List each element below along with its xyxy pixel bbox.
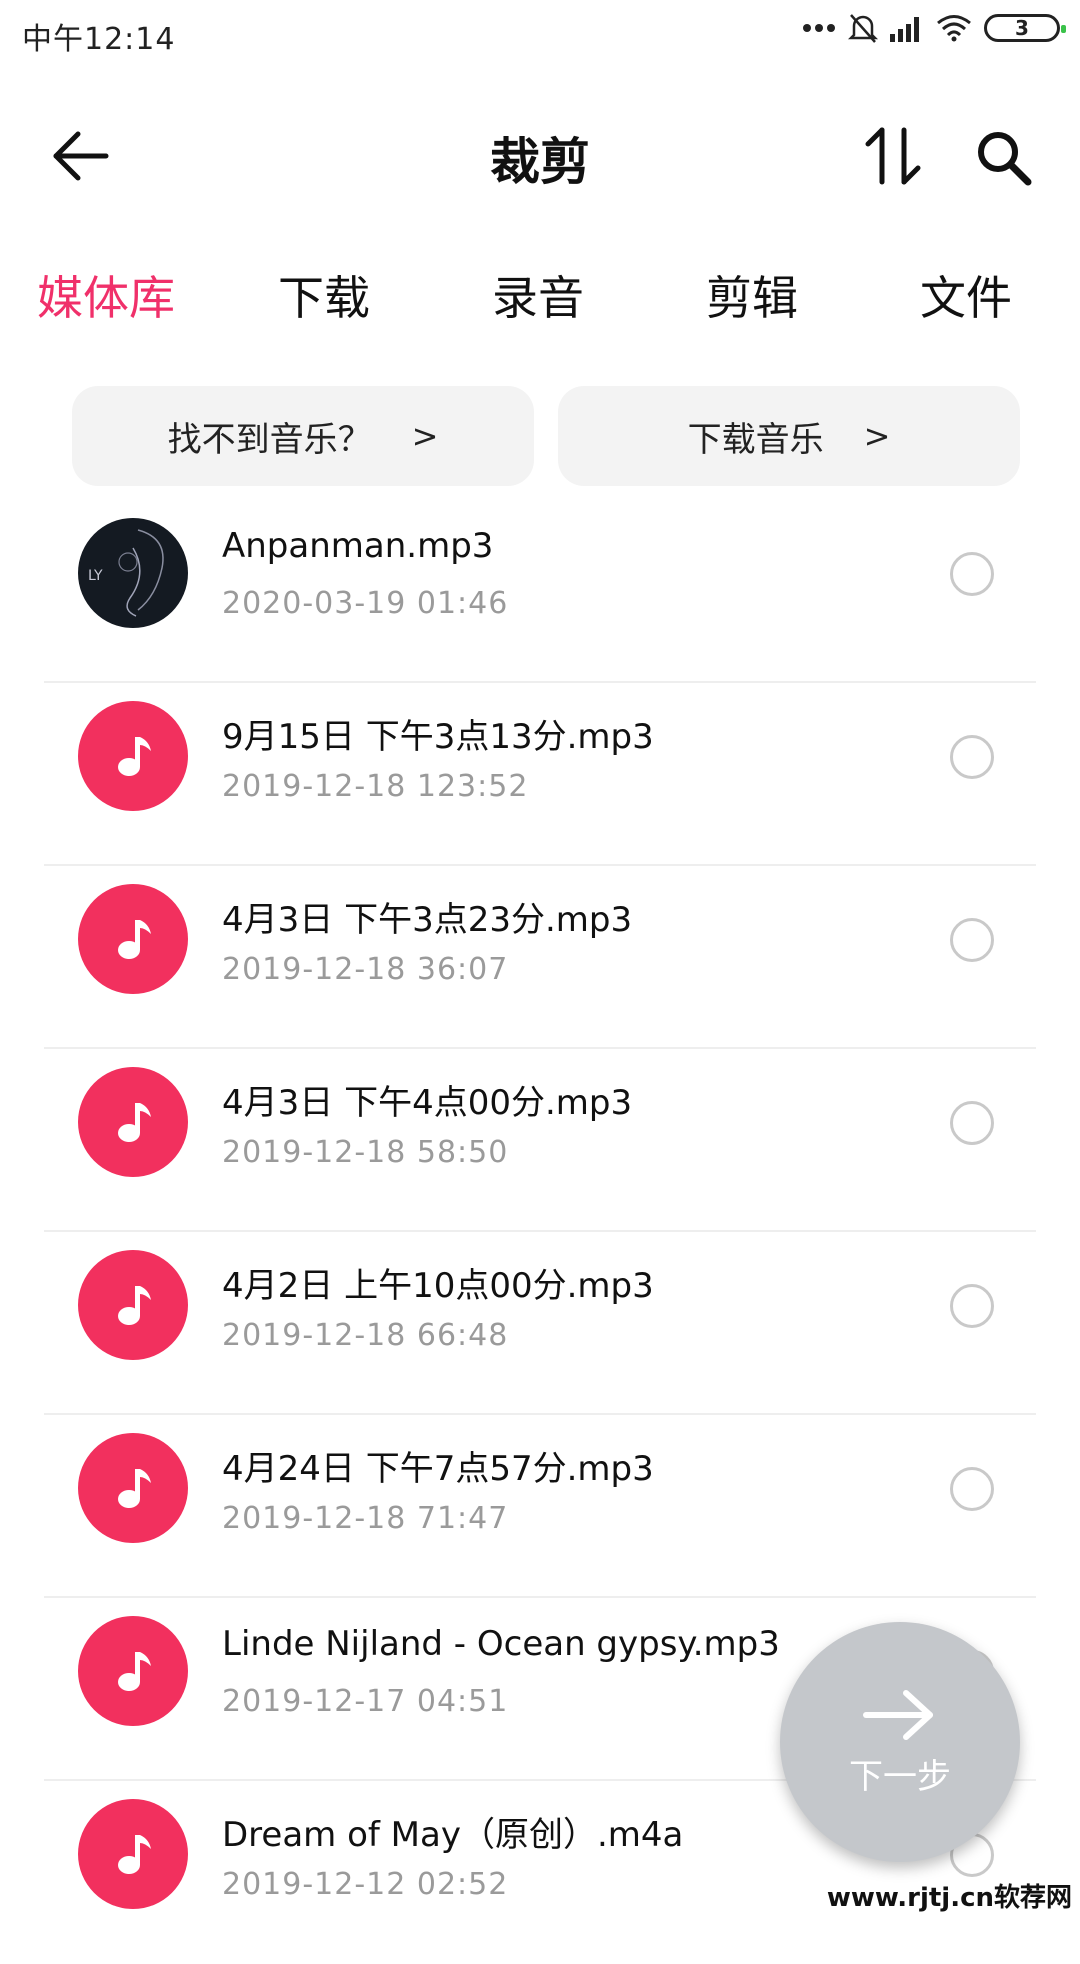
more-dots-icon	[802, 23, 836, 33]
next-step-label: 下一步	[849, 1756, 951, 1797]
select-radio[interactable]	[950, 918, 994, 962]
search-icon	[978, 132, 1032, 186]
music-note-icon	[78, 884, 188, 994]
list-item[interactable]: 4月24日 下午7点57分.mp3 2019-12-18 71:47	[0, 1415, 1080, 1598]
list-item[interactable]: 4月3日 下午4点00分.mp3 2019-12-18 58:50	[0, 1049, 1080, 1232]
file-meta: 2020-03-19 01:46	[222, 586, 509, 621]
file-name: 4月3日 下午4点00分.mp3	[222, 1083, 633, 1123]
music-note-icon	[78, 1250, 188, 1360]
music-note-icon	[78, 1067, 188, 1177]
battery-icon: 3	[984, 14, 1066, 42]
status-bar: 中午12:14 3	[0, 0, 1080, 74]
list-item[interactable]: 4月3日 下午3点23分.mp3 2019-12-18 36:07	[0, 866, 1080, 1049]
next-step-button[interactable]: 下一步	[780, 1622, 1020, 1862]
arrow-right-icon	[863, 1689, 933, 1740]
file-name: 9月15日 下午3点13分.mp3	[222, 717, 654, 757]
select-radio[interactable]	[950, 1467, 994, 1511]
select-radio[interactable]	[950, 735, 994, 779]
wifi-icon	[936, 14, 972, 42]
file-meta: 2019-12-12 02:52	[222, 1867, 509, 1902]
file-name: 4月3日 下午3点23分.mp3	[222, 900, 633, 940]
file-meta: 2019-12-18 71:47	[222, 1501, 509, 1536]
select-radio[interactable]	[950, 552, 994, 596]
file-meta: 2019-12-18 123:52	[222, 769, 529, 804]
file-meta: 2019-12-18 58:50	[222, 1135, 509, 1170]
tab-download[interactable]: 下载	[234, 262, 414, 328]
list-item[interactable]: LY Anpanman.mp3 2020-03-19 01:46	[0, 500, 1080, 683]
search-button[interactable]	[970, 124, 1040, 192]
tab-edit[interactable]: 剪辑	[662, 262, 842, 328]
status-icons: 3	[802, 12, 1066, 44]
chevron-right-icon: >	[863, 417, 891, 455]
download-music-button[interactable]: 下载音乐 >	[558, 386, 1020, 486]
select-radio[interactable]	[950, 1284, 994, 1328]
app-header: 裁剪	[0, 100, 1080, 210]
file-name: Dream of May（原创）.m4a	[222, 1815, 684, 1855]
list-item[interactable]: 4月2日 上午10点00分.mp3 2019-12-18 66:48	[0, 1232, 1080, 1415]
download-music-label: 下载音乐	[687, 419, 824, 460]
tab-files[interactable]: 文件	[876, 262, 1056, 328]
sort-button[interactable]	[860, 122, 930, 190]
file-name: 4月2日 上午10点00分.mp3	[222, 1266, 654, 1306]
album-cover: LY	[78, 518, 188, 628]
file-name: Linde Nijland - Ocean gypsy.mp3	[222, 1624, 780, 1664]
mute-bell-icon	[848, 12, 878, 44]
signal-icon	[890, 14, 924, 42]
tab-recording[interactable]: 录音	[448, 262, 628, 328]
cover-text: LY	[88, 568, 103, 584]
file-meta: 2019-12-18 36:07	[222, 952, 509, 987]
sort-icon	[865, 127, 921, 185]
status-time: 中午12:14	[22, 22, 176, 57]
file-name: Anpanman.mp3	[222, 526, 494, 566]
category-tabs: 媒体库 下载 录音 剪辑 文件	[0, 262, 1080, 342]
watermark: www.rjtj.cn软荐网	[826, 1883, 1072, 1913]
file-meta: 2019-12-17 04:51	[222, 1684, 509, 1719]
file-meta: 2019-12-18 66:48	[222, 1318, 509, 1353]
music-note-icon	[78, 1433, 188, 1543]
cant-find-music-label: 找不到音乐？	[167, 419, 372, 460]
list-item[interactable]: 9月15日 下午3点13分.mp3 2019-12-18 123:52	[0, 683, 1080, 866]
music-note-icon	[78, 701, 188, 811]
music-note-icon	[78, 1616, 188, 1726]
file-name: 4月24日 下午7点57分.mp3	[222, 1449, 654, 1489]
select-radio[interactable]	[950, 1101, 994, 1145]
cant-find-music-button[interactable]: 找不到音乐？ >	[72, 386, 534, 486]
chevron-right-icon: >	[411, 417, 439, 455]
music-note-icon	[78, 1799, 188, 1909]
tab-media-library[interactable]: 媒体库	[16, 262, 196, 328]
